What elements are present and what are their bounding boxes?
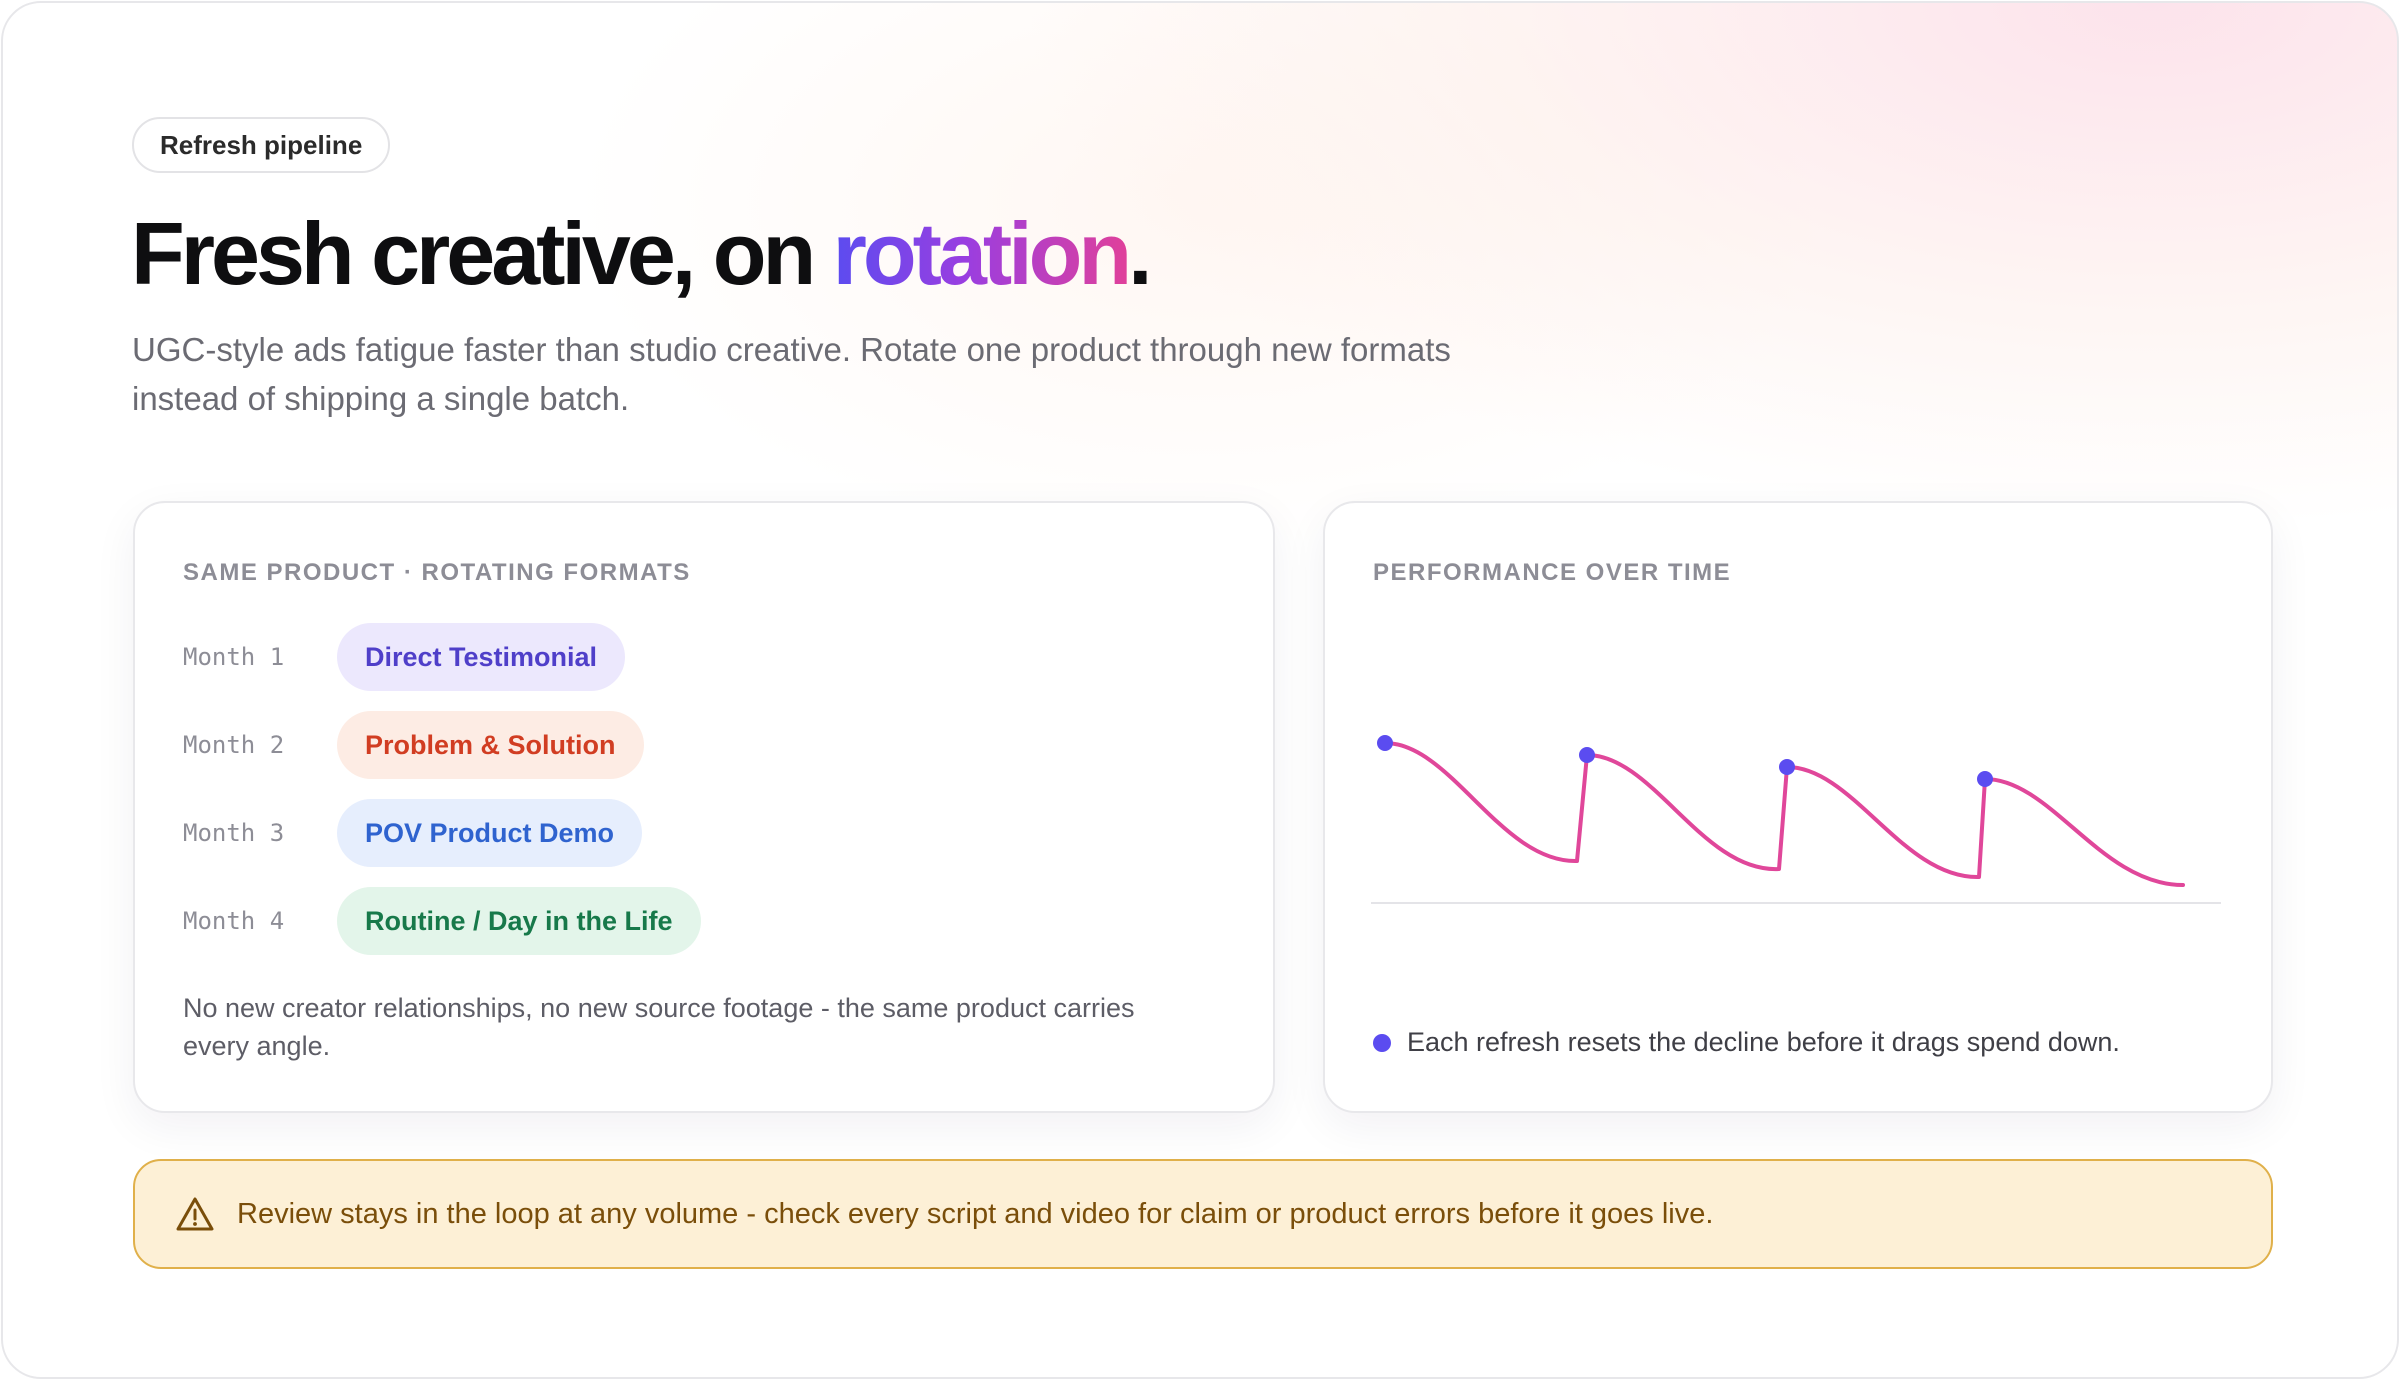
section-pill-label: Refresh pipeline xyxy=(160,129,363,160)
format-row-month: Month 4 xyxy=(183,907,285,935)
page-title-period: . xyxy=(1128,204,1153,303)
format-tag: Routine / Day in the Life xyxy=(337,887,701,955)
performance-card-label: PERFORMANCE OVER TIME xyxy=(1373,559,1732,586)
formats-card-note: No new creator relationships, no new sou… xyxy=(183,993,1135,1061)
format-row: Month 1 Direct Testimonial xyxy=(183,623,626,691)
slide-frame: Refresh pipeline Fresh creative, on rota… xyxy=(1,1,2399,1379)
formats-card-label: SAME PRODUCT · ROTATING FORMATS xyxy=(183,559,691,586)
page-subtitle: UGC-style ads fatigue faster than studio… xyxy=(132,331,1451,417)
format-row-month: Month 2 xyxy=(183,731,285,759)
page-title: Fresh creative, on rotation. xyxy=(131,203,1153,305)
warning-triangle-icon xyxy=(176,1197,214,1231)
format-tag: Problem & Solution xyxy=(337,711,644,779)
chart-legend: Each refresh resets the decline before i… xyxy=(1373,1027,2120,1058)
legend-text: Each refresh resets the decline before i… xyxy=(1407,1027,2120,1057)
refresh-marker xyxy=(1779,759,1795,775)
refresh-marker xyxy=(1977,771,1993,787)
page-title-main: Fresh creative, on xyxy=(131,204,833,303)
page-title-accent: rotation xyxy=(832,204,1133,303)
review-banner: Review stays in the loop at any volume -… xyxy=(133,1159,2273,1269)
refresh-marker xyxy=(1377,735,1393,751)
format-tag: Direct Testimonial xyxy=(337,623,626,691)
performance-chart xyxy=(1371,735,2221,904)
performance-card: PERFORMANCE OVER TIME Each refresh reset… xyxy=(1323,501,2273,1113)
legend-dot xyxy=(1373,1033,1391,1052)
format-row-month: Month 1 xyxy=(183,643,285,671)
format-row: Month 4 Routine / Day in the Life xyxy=(183,887,701,955)
format-row: Month 3 POV Product Demo xyxy=(183,799,643,867)
format-tag: POV Product Demo xyxy=(337,799,643,867)
format-row: Month 2 Problem & Solution xyxy=(183,711,644,779)
refresh-marker xyxy=(1579,747,1595,763)
review-banner-text: Review stays in the loop at any volume -… xyxy=(237,1197,1714,1230)
formats-card: SAME PRODUCT · ROTATING FORMATS Month 1 … xyxy=(133,501,1275,1113)
format-row-month: Month 3 xyxy=(183,819,285,847)
section-pill: Refresh pipeline xyxy=(132,117,391,173)
